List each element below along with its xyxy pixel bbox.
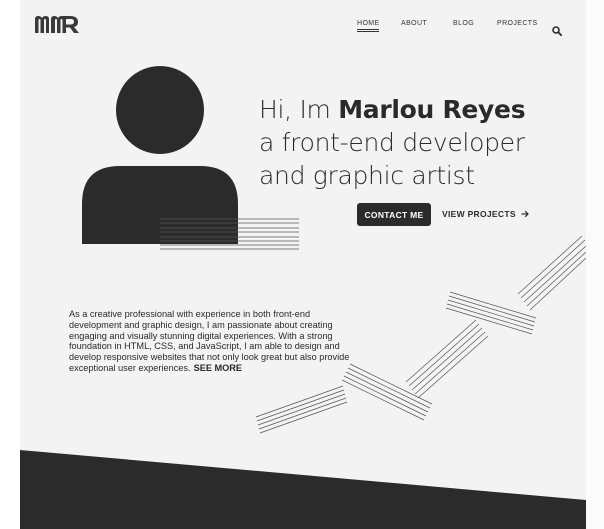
see-more-link[interactable]: SEE MORE <box>194 363 243 373</box>
view-projects-link[interactable]: VIEW PROJECTS <box>442 209 529 219</box>
greeting: Hi, Im <box>259 95 339 124</box>
view-projects-label: VIEW PROJECTS <box>442 209 516 219</box>
arrow-right-icon <box>521 210 529 218</box>
hero-line-2: a front-end developer <box>259 128 525 157</box>
contact-me-button[interactable]: CONTACT ME <box>357 203 431 226</box>
hero-heading: Hi, Im Marlou Reyes a front-end develope… <box>259 93 579 192</box>
decorative-lines <box>160 218 586 434</box>
scrollbar-track[interactable] <box>586 0 604 529</box>
hero-name: Marlou Reyes <box>338 95 526 124</box>
page: HOME ABOUT BLOG PROJECTS Hi, Im Marlou R… <box>20 0 586 529</box>
intro-paragraph: As a creative professional with experien… <box>69 309 354 374</box>
hero-line-3: and graphic artist <box>259 161 475 190</box>
hero-line-1: Hi, Im Marlou Reyes <box>259 93 579 126</box>
